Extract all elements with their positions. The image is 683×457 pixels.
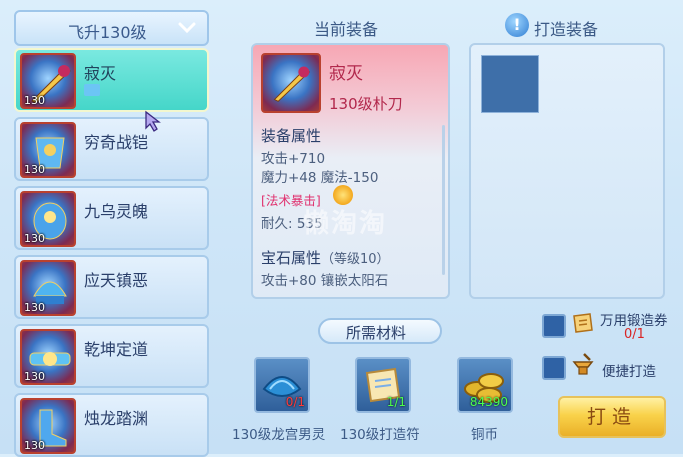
scrollbar[interactable] (442, 125, 445, 275)
link-icon (84, 84, 100, 96)
equipment-name: 寂灭 (329, 64, 363, 84)
pointer-cursor-icon (145, 110, 161, 132)
accessory-icon: 130 (20, 191, 76, 247)
equipment-name: 烛龙踏渊 (84, 409, 149, 428)
universal-coupon-checkbox[interactable] (542, 314, 566, 338)
helmet-icon: 130 (20, 260, 76, 316)
equipment-name: 应天镇恶 (84, 271, 149, 290)
refresh-icon[interactable] (333, 185, 353, 205)
equipment-item[interactable]: 130 应天镇恶 (14, 255, 209, 319)
magic-stat: 魔力+48 魔法-150 (261, 170, 379, 186)
universal-coupon-count: 0/1 (624, 327, 645, 342)
armor-icon: 130 (20, 122, 76, 178)
quick-forge-checkbox[interactable] (542, 356, 566, 380)
belt-icon: 130 (20, 329, 76, 385)
equipment-item[interactable]: 130 寂灭 (14, 48, 209, 112)
equipment-item[interactable]: 130 九乌灵魄 (14, 186, 209, 250)
level-selector[interactable]: 飞升130级 (14, 10, 209, 46)
equipment-name: 寂灭 (84, 64, 117, 83)
weapon-icon (261, 53, 321, 113)
coupon-icon (573, 313, 593, 333)
equipment-level: 130 (24, 370, 45, 383)
material-slot[interactable]: 84390 (457, 357, 513, 413)
materials-banner: 所需材料 (318, 318, 442, 344)
universal-coupon-label: 万用锻造券 (600, 313, 668, 329)
material-name: 铜币 (471, 427, 498, 443)
material-count: 1/1 (386, 395, 406, 409)
equipment-name: 乾坤定道 (84, 340, 149, 359)
material-count: 0/1 (285, 395, 305, 409)
material-slot[interactable]: 1/1 (355, 357, 411, 413)
current-equipment-title: 当前装备 (314, 20, 379, 39)
forge-button[interactable]: 打造 (558, 396, 666, 438)
material-name: 130级龙宫男灵 (232, 427, 326, 443)
forge-result-slot[interactable] (481, 55, 539, 113)
gem-effect: 攻击+80 镶嵌太阳石 (261, 273, 389, 289)
material-name: 130级打造符 (340, 427, 420, 443)
forge-panel (469, 43, 665, 299)
anvil-icon (572, 353, 594, 375)
level-selector-label: 飞升130级 (68, 23, 147, 42)
forge-panel-title: 打造装备 (534, 20, 599, 39)
attribute-heading: 装备属性 (261, 127, 322, 145)
boots-icon: 130 (20, 398, 76, 454)
current-equipment-panel: 寂灭 130级朴刀 装备属性 攻击+710 魔力+48 魔法-150 [法术暴击… (251, 43, 450, 299)
weapon-icon: 130 (20, 53, 76, 109)
equipment-type: 130级朴刀 (329, 95, 403, 113)
equipment-level: 130 (24, 232, 45, 245)
chevron-down-icon[interactable] (177, 18, 197, 38)
info-icon[interactable]: ! (505, 13, 529, 37)
equipment-name: 穷奇战铠 (84, 133, 149, 152)
equipment-item[interactable]: 130 穷奇战铠 (14, 117, 209, 181)
material-slot[interactable]: 0/1 (254, 357, 310, 413)
equipment-level: 130 (24, 439, 45, 452)
watermark: 懒淘淘 (303, 209, 388, 239)
equipment-level: 130 (24, 163, 45, 176)
equipment-item[interactable]: 130 乾坤定道 (14, 324, 209, 388)
equipment-item[interactable]: 130 烛龙踏渊 (14, 393, 209, 457)
gem-heading: 宝石属性（等级10） (261, 249, 390, 267)
material-count: 84390 (469, 395, 508, 409)
equipment-level: 130 (24, 301, 45, 314)
equipment-name: 九乌灵魄 (84, 202, 149, 221)
quick-forge-label: 便捷打造 (602, 364, 656, 380)
materials-title: 所需材料 (346, 324, 407, 342)
attack-stat: 攻击+710 (261, 151, 326, 167)
equipment-level: 130 (24, 94, 45, 107)
